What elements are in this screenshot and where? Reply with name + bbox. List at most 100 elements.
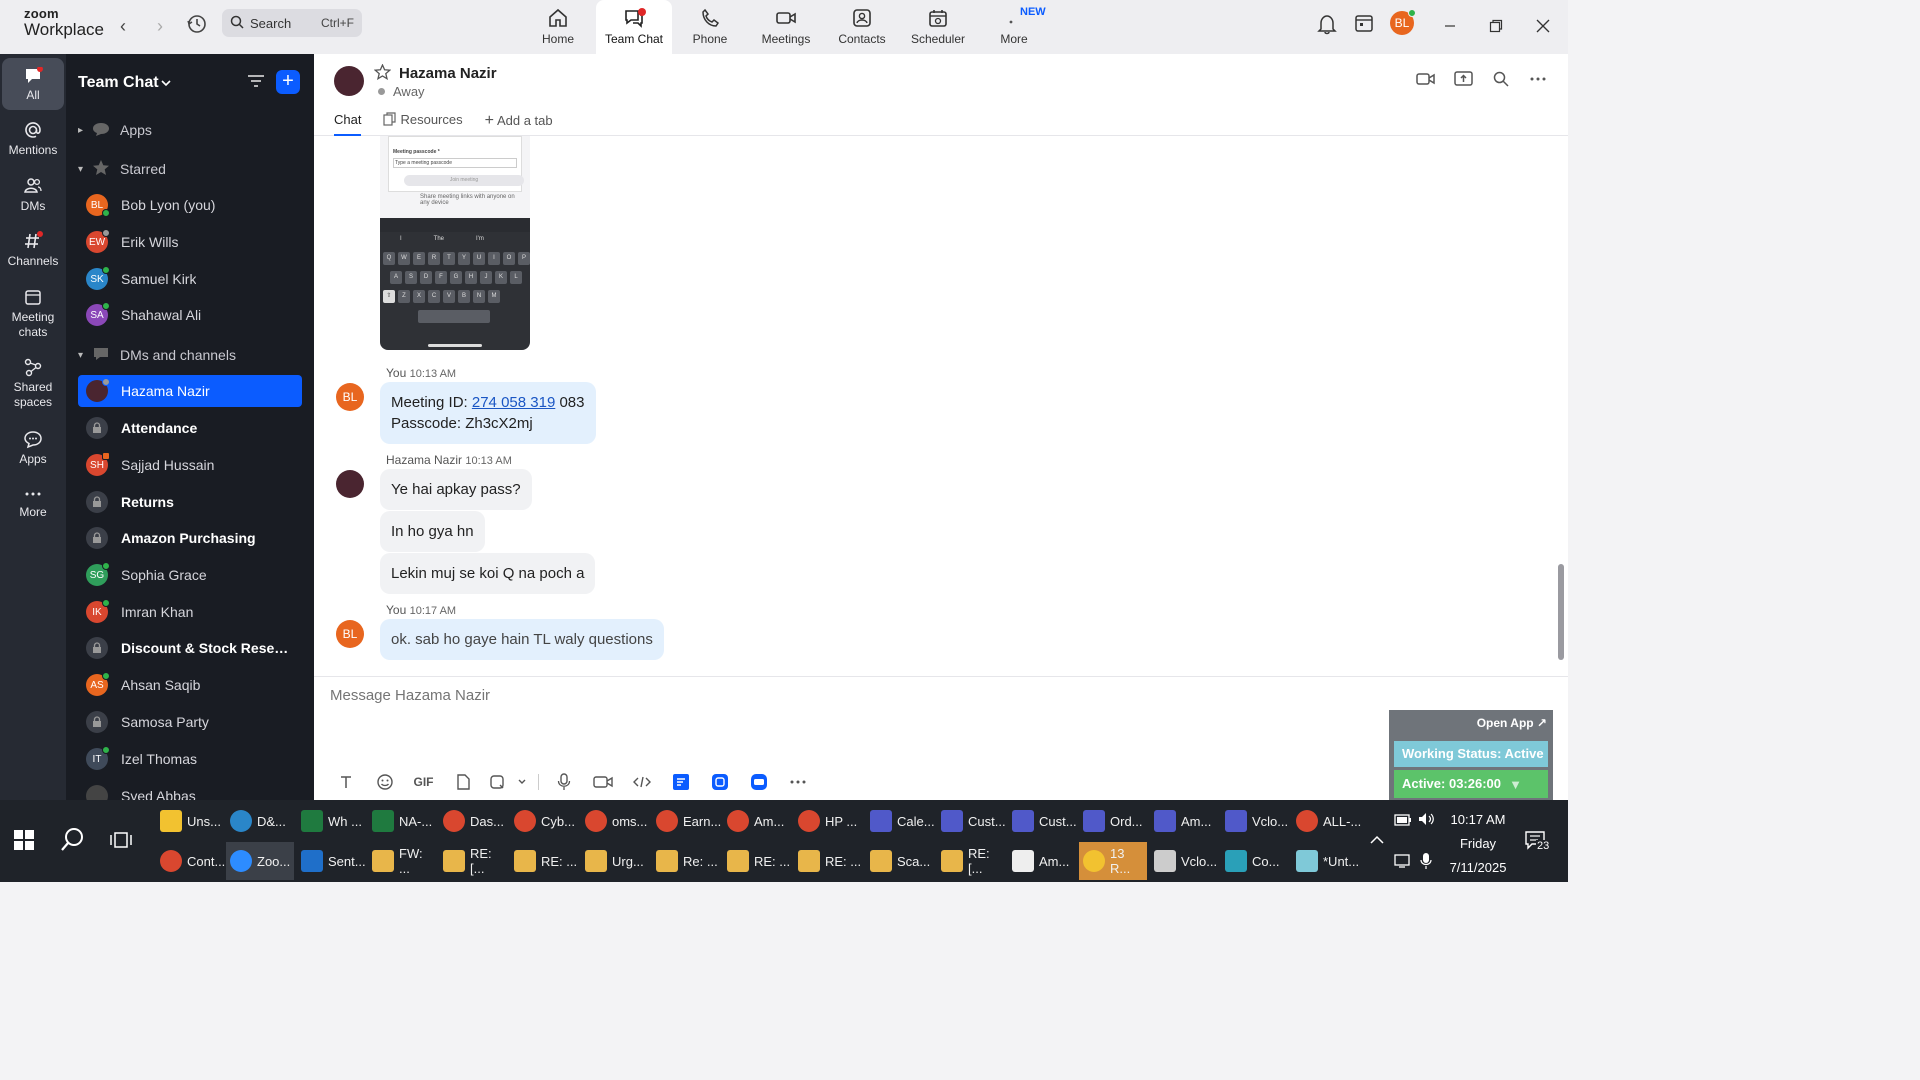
shared-image[interactable]: Meeting passcode * Type a meeting passco… (380, 136, 530, 350)
taskbar-app[interactable]: Wh ... (297, 802, 365, 840)
section-apps[interactable]: ▸ Apps (78, 114, 302, 146)
search-box[interactable]: Search Ctrl+F (222, 9, 362, 37)
filter-icon[interactable] (246, 72, 266, 95)
sidebar-title[interactable]: Team Chat (78, 74, 159, 92)
working-status-badge[interactable]: Working Status: Active (1394, 741, 1548, 767)
taskbar-app[interactable]: Am... (723, 802, 791, 840)
volume-icon[interactable] (1418, 812, 1436, 831)
system-clock[interactable]: 10:17 AM Friday 7/11/2025 (1438, 808, 1518, 880)
clips-app-icon[interactable] (739, 771, 778, 793)
taskbar-app[interactable]: Das... (439, 802, 507, 840)
sidebar-item-bob-lyon[interactable]: BL Bob Lyon (you) (78, 189, 302, 221)
network-icon[interactable] (1394, 854, 1412, 873)
new-chat-button[interactable]: + (276, 70, 300, 94)
taskbar-app[interactable]: FW: ... (368, 842, 436, 880)
video-message-icon[interactable] (583, 771, 622, 793)
taskbar-app[interactable]: RE: ... (794, 842, 862, 880)
restore-icon[interactable] (1482, 12, 1510, 40)
taskbar-app-zoom[interactable]: Zoo... (226, 842, 294, 880)
taskbar-app[interactable]: Earn... (652, 802, 721, 840)
whiteboard-app-icon[interactable] (700, 771, 739, 793)
back-arrow-icon[interactable]: ‹ (111, 14, 135, 38)
pin-icon[interactable]: ▼ (1509, 771, 1522, 799)
microphone-tray-icon[interactable] (1420, 852, 1432, 875)
nav-home[interactable]: Home (520, 0, 596, 54)
taskbar-app[interactable]: Cale... (866, 802, 935, 840)
taskbar-search-icon[interactable] (60, 827, 86, 858)
minimize-icon[interactable] (1436, 12, 1464, 40)
tab-resources[interactable]: Resources (383, 112, 463, 136)
taskbar-app[interactable]: Am... (1008, 842, 1076, 880)
taskbar-app[interactable]: Sca... (866, 842, 934, 880)
message-bubble[interactable]: Lekin muj se koi Q na poch a (380, 553, 596, 594)
sidebar-item-hazama-nazir[interactable]: Hazama Nazir (78, 375, 302, 407)
code-snippet-icon[interactable] (622, 771, 661, 793)
active-timer[interactable]: Active: 03:26:00 ▼ (1394, 770, 1548, 798)
rail-all[interactable]: All (2, 58, 64, 110)
taskbar-app[interactable]: Uns... (156, 802, 224, 840)
screenshot-icon[interactable] (482, 771, 512, 793)
chevron-down-icon[interactable] (512, 771, 532, 793)
message-bubble[interactable]: Ye hai apkay pass? (380, 469, 532, 510)
chevron-down-icon[interactable] (160, 76, 172, 94)
sender-avatar[interactable] (336, 470, 364, 498)
calendar-app-icon[interactable] (1354, 13, 1374, 38)
sidebar-item-samuel-kirk[interactable]: SK Samuel Kirk (78, 263, 302, 295)
file-icon[interactable] (443, 771, 482, 793)
message-bubble[interactable]: Meeting ID: 274 058 319 083 Passcode: Zh… (380, 382, 596, 444)
sidebar-item-ahsan-saqib[interactable]: AS Ahsan Saqib (78, 669, 302, 701)
notification-center-icon[interactable]: 23 (1524, 830, 1551, 855)
rail-more[interactable]: More (2, 486, 64, 520)
message-input[interactable] (330, 687, 930, 704)
taskbar-app[interactable]: RE: [... (937, 842, 1005, 880)
open-app-button[interactable]: Open App ↗ (1477, 716, 1547, 730)
search-icon[interactable] (1492, 70, 1510, 93)
sidebar-item-izel-thomas[interactable]: IT Izel Thomas (78, 743, 302, 775)
star-outline-icon[interactable] (373, 63, 392, 85)
notes-app-icon[interactable] (661, 771, 700, 793)
taskbar-app[interactable]: D&... (226, 802, 294, 840)
taskbar-app[interactable]: NA-... (368, 802, 436, 840)
taskbar-app[interactable]: *Unt... (1292, 842, 1360, 880)
meeting-id-link[interactable]: 274 058 319 (472, 394, 555, 411)
taskbar-app[interactable]: Cust... (937, 802, 1006, 840)
taskbar-app[interactable]: ALL-... (1292, 802, 1361, 840)
nav-phone[interactable]: Phone (672, 0, 748, 54)
taskbar-app[interactable]: RE: ... (723, 842, 791, 880)
sidebar-item-syed-abbas[interactable]: Syed Abbas (78, 780, 302, 800)
message-bubble[interactable]: ok. sab ho gaye hain TL waly questions (380, 619, 664, 660)
nav-more[interactable]: NEW More (976, 0, 1052, 54)
rail-shared-spaces[interactable]: Shared spaces (2, 357, 64, 410)
emoji-icon[interactable] (365, 771, 404, 793)
history-icon[interactable] (184, 11, 210, 37)
section-dms-channels[interactable]: ▾ DMs and channels (78, 339, 302, 371)
taskbar-app-reminders[interactable]: 13 R... (1079, 842, 1147, 880)
rail-apps[interactable]: Apps (2, 429, 64, 467)
gif-button[interactable]: GIF (404, 771, 443, 793)
sender-avatar[interactable]: BL (336, 620, 364, 648)
sidebar-item-amazon-purchasing[interactable]: Amazon Purchasing (78, 522, 302, 554)
sidebar-item-sajjad-hussain[interactable]: SH Sajjad Hussain (78, 449, 302, 481)
battery-icon[interactable] (1394, 813, 1412, 831)
share-screen-icon[interactable] (1454, 70, 1474, 93)
message-bubble[interactable]: In ho gya hn (380, 511, 485, 552)
taskbar-app[interactable]: RE: ... (510, 842, 578, 880)
sidebar-item-attendance[interactable]: Attendance (78, 412, 302, 444)
tray-chevron-up-icon[interactable] (1370, 832, 1384, 850)
taskbar-app[interactable]: Vclo... (1221, 802, 1289, 840)
taskbar-app[interactable]: Vclo... (1150, 842, 1218, 880)
taskbar-app[interactable]: Ord... (1079, 802, 1147, 840)
rail-mentions[interactable]: Mentions (2, 120, 64, 158)
sidebar-item-sophia-grace[interactable]: SG Sophia Grace (78, 559, 302, 591)
taskbar-app[interactable]: Re: ... (652, 842, 720, 880)
format-text-icon[interactable] (326, 771, 365, 793)
user-avatar[interactable]: BL (1390, 9, 1416, 35)
nav-team-chat[interactable]: Team Chat (596, 0, 672, 54)
chat-scrollbar[interactable] (1558, 564, 1564, 660)
forward-arrow-icon[interactable]: › (148, 14, 172, 38)
sidebar-item-returns[interactable]: Returns (78, 486, 302, 518)
taskbar-app[interactable]: HP ... (794, 802, 862, 840)
video-call-icon[interactable] (1416, 70, 1436, 93)
nav-contacts[interactable]: Contacts (824, 0, 900, 54)
rail-channels[interactable]: Channels (2, 231, 64, 269)
